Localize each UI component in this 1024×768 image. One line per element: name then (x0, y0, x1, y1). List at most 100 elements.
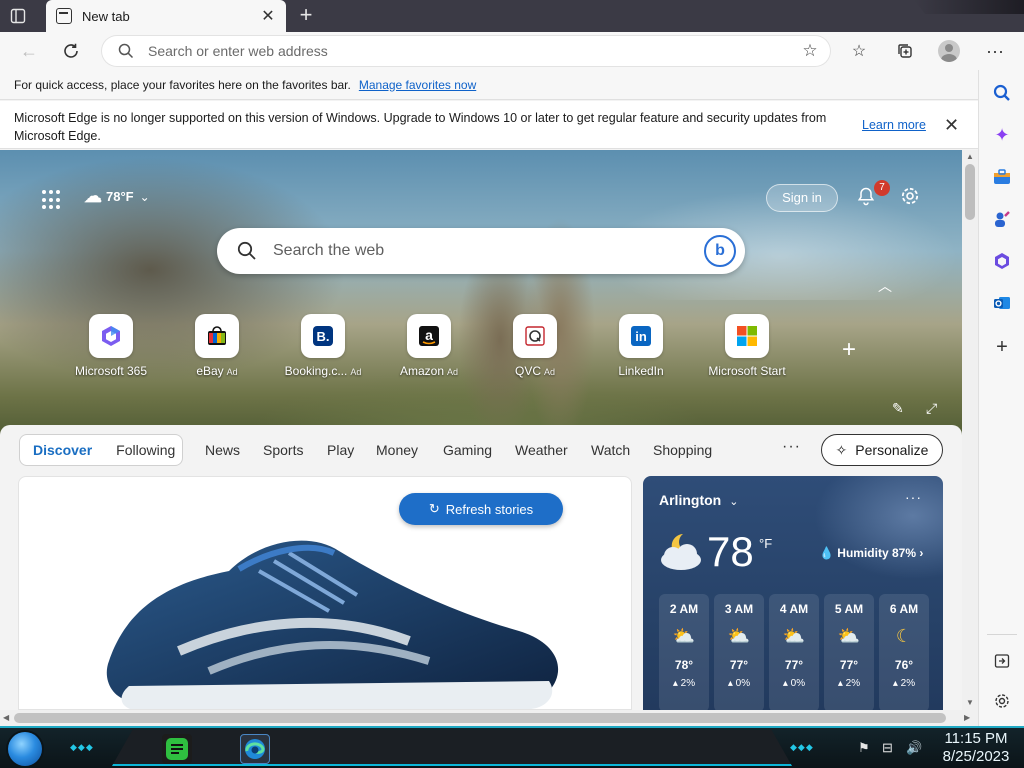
feed-tab-play[interactable]: Play (327, 442, 354, 458)
feed-tab-money[interactable]: Money (376, 442, 418, 458)
collapse-chevron-up-icon[interactable]: ︿ (878, 276, 892, 296)
hourly-forecast: 2 AM ⛅ 78° ▴ 2% 3 AM ⛅ 77° ▴ 0% 4 AM ⛅ 7… (659, 594, 929, 710)
feed-more-icon[interactable]: ··· (782, 438, 801, 456)
settings-more-icon[interactable]: ··· (982, 38, 1008, 64)
tab-following[interactable]: Following (116, 442, 175, 458)
web-search-input[interactable] (273, 240, 693, 262)
taskbar-app-edge[interactable] (240, 734, 270, 764)
favorites-icon[interactable]: ☆ (846, 38, 872, 64)
app-launcher-icon[interactable] (42, 190, 62, 210)
partly-cloudy-night-icon: ☁ (84, 186, 102, 206)
partly-cloudy-night-icon: ⛅ (672, 626, 696, 646)
story-card[interactable]: ↻ Refresh stories (18, 476, 632, 710)
new-tab-page: ☁ 78°F ⌄ Sign in 7 b ︿ Microsoft 365 eBa… (0, 150, 962, 710)
network-icon[interactable]: ⊟ (882, 740, 893, 756)
feed-tab-sports[interactable]: Sports (263, 442, 303, 458)
droplet-icon: ▴ (672, 678, 678, 689)
edit-background-icon[interactable]: ✎ (892, 400, 904, 417)
quick-link-linkedin[interactable]: in LinkedIn (591, 314, 691, 384)
close-infobar-icon[interactable]: ✕ (944, 115, 959, 136)
system-clock[interactable]: 11:15 PM 8/25/2023 (934, 730, 1018, 766)
refresh-stories-label: Refresh stories (445, 501, 534, 517)
feed-tab-gaming[interactable]: Gaming (443, 442, 492, 458)
sidebar-settings-gear-icon[interactable] (991, 690, 1013, 712)
horizontal-scroll-thumb[interactable] (14, 713, 946, 723)
sidebar-search-icon[interactable] (991, 82, 1013, 104)
quick-link-qvc[interactable]: QVC Ad (485, 314, 585, 384)
taskbar-decoration-left: ◆◆◆ (70, 742, 94, 752)
weather-location[interactable]: Arlington ⌄ (659, 492, 738, 508)
sidebar-hide-icon[interactable] (991, 650, 1013, 672)
address-input[interactable] (148, 43, 788, 59)
personalize-button[interactable]: ✧ Personalize (821, 434, 943, 466)
hourly-item[interactable]: 3 AM ⛅ 77° ▴ 0% (714, 594, 764, 710)
collections-icon[interactable] (892, 38, 918, 64)
page-settings-gear-icon[interactable] (898, 186, 922, 210)
search-icon (118, 43, 134, 59)
taskbar-app-messenger[interactable] (162, 734, 192, 764)
chevron-right-icon: › (919, 546, 924, 560)
quick-link-amazon[interactable]: a Amazon Ad (379, 314, 479, 384)
sidebar-outlook-icon[interactable] (991, 292, 1013, 314)
volume-icon[interactable]: 🔊 (906, 740, 922, 756)
edge-sidebar: ✦ + (978, 70, 1024, 726)
sidebar-microsoft365-icon[interactable] (991, 250, 1013, 272)
scroll-right-arrow-icon[interactable]: ▶ (964, 713, 970, 722)
humidity-link[interactable]: 💧 Humidity 87% › (819, 546, 923, 560)
sidebar-shopping-icon[interactable] (991, 166, 1013, 188)
address-bar[interactable]: ☆ (102, 36, 830, 66)
new-tab-plus-icon[interactable]: + (294, 4, 318, 28)
linkedin-icon: in (619, 314, 663, 358)
quick-link-booking[interactable]: B. Booking.c... Ad (273, 314, 373, 384)
partly-cloudy-night-icon: ⛅ (837, 626, 861, 646)
quick-link-microsoft-start[interactable]: Microsoft Start (697, 314, 797, 384)
bing-chat-icon[interactable]: b (704, 235, 736, 267)
sidebar-copilot-sparkle-icon[interactable]: ✦ (991, 124, 1013, 146)
expand-background-icon[interactable]: ⤢ (926, 400, 937, 417)
chevron-down-icon: ⌄ (729, 496, 739, 508)
hourly-item[interactable]: 5 AM ⛅ 77° ▴ 2% (824, 594, 874, 710)
refresh-icon: ↻ (428, 501, 440, 516)
hourly-item[interactable]: 2 AM ⛅ 78° ▴ 2% (659, 594, 709, 710)
weather-card[interactable]: Arlington ⌄ ··· 78 °F 💧 Humidity 87% › 2 … (643, 476, 943, 710)
sign-in-button[interactable]: Sign in (766, 184, 838, 212)
tab-actions-icon[interactable] (8, 6, 28, 26)
scroll-down-arrow-icon[interactable]: ▼ (966, 698, 974, 707)
quick-link-microsoft365[interactable]: Microsoft 365 (61, 314, 161, 384)
feed-tab-watch[interactable]: Watch (591, 442, 630, 458)
weather-more-icon[interactable]: ··· (905, 489, 922, 505)
hour-time: 6 AM (889, 602, 919, 616)
action-center-flag-icon[interactable]: ⚑ (858, 740, 870, 756)
learn-more-link[interactable]: Learn more (862, 118, 926, 132)
close-tab-icon[interactable]: ✕ (260, 6, 276, 26)
refresh-icon[interactable] (58, 38, 84, 64)
horizontal-scrollbar[interactable]: ◀ ▶ (0, 710, 978, 726)
ad-label: Ad (350, 367, 362, 377)
scroll-left-arrow-icon[interactable]: ◀ (3, 713, 9, 722)
vertical-scrollbar[interactable]: ▲ ▼ (962, 150, 978, 710)
feed-tab-shopping[interactable]: Shopping (653, 442, 712, 458)
profile-avatar[interactable] (938, 40, 960, 62)
feed-tab-weather[interactable]: Weather (515, 442, 568, 458)
tab-new-tab[interactable]: New tab ✕ (46, 0, 286, 32)
feed-tab-news[interactable]: News (205, 442, 240, 458)
quick-link-ebay[interactable]: eBay Ad (167, 314, 267, 384)
refresh-stories-button[interactable]: ↻ Refresh stories (399, 493, 563, 525)
start-button[interactable] (8, 732, 42, 766)
sidebar-tools-icon[interactable] (991, 208, 1013, 230)
vertical-scroll-thumb[interactable] (965, 164, 975, 220)
add-shortcut-plus-icon[interactable]: + (842, 338, 856, 362)
hourly-item[interactable]: 6 AM ☾ 76° ▴ 2% (879, 594, 929, 710)
add-favorite-star-icon[interactable]: ☆ (800, 41, 820, 61)
unsupported-os-infobar: Microsoft Edge is no longer supported on… (0, 101, 978, 149)
partly-cloudy-night-icon: ⛅ (727, 626, 751, 646)
hourly-item[interactable]: 4 AM ⛅ 77° ▴ 0% (769, 594, 819, 710)
web-search-box[interactable]: b (217, 228, 745, 274)
sidebar-add-icon[interactable]: + (991, 336, 1013, 358)
scroll-up-arrow-icon[interactable]: ▲ (966, 152, 974, 161)
hour-precip: 2% (680, 678, 696, 689)
back-arrow-icon[interactable]: ← (16, 38, 42, 64)
tab-discover[interactable]: Discover (33, 442, 92, 458)
manage-favorites-link[interactable]: Manage favorites now (359, 78, 476, 92)
weather-widget-toggle[interactable]: ☁ 78°F ⌄ (84, 186, 150, 207)
